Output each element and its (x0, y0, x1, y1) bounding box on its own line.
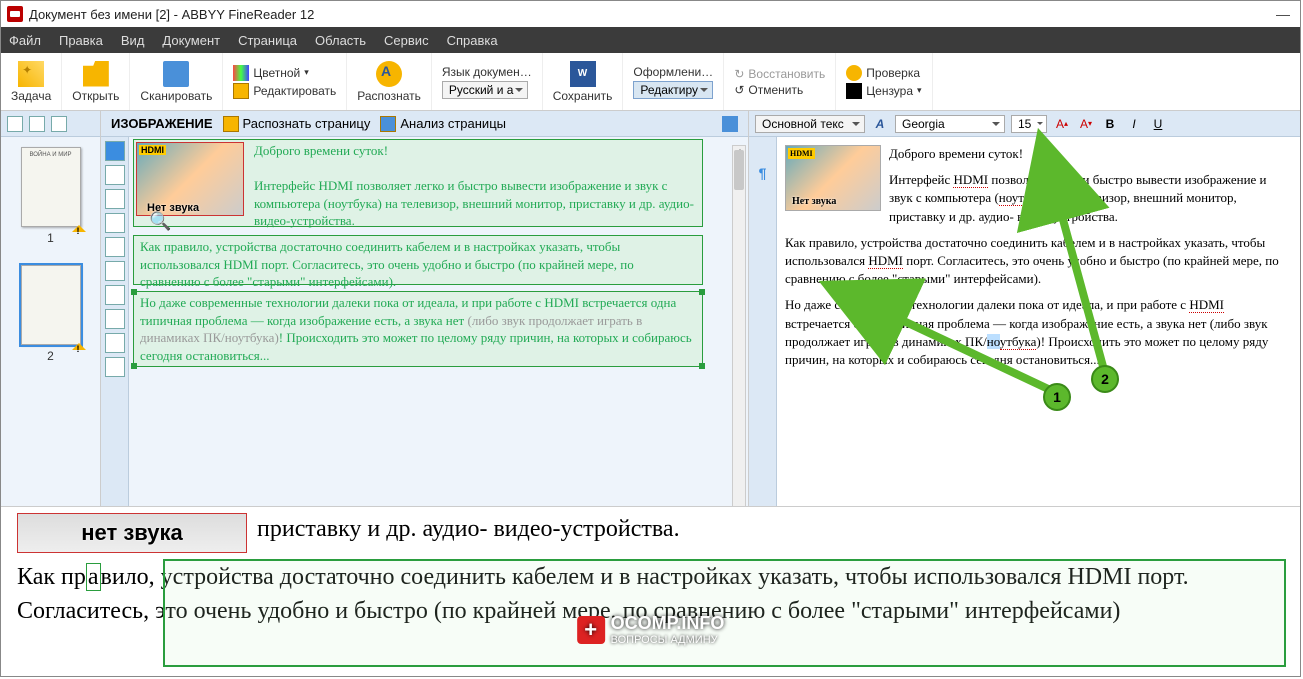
font-select[interactable]: Georgia (895, 115, 1005, 133)
image-pane-header: ИЗОБРАЖЕНИЕ Распознать страницу Анализ с… (101, 111, 748, 137)
ribbon: Задача Открыть Сканировать Цветной ▾ Ред… (1, 53, 1300, 111)
eraser-tool[interactable] (105, 237, 125, 257)
grow-font-button[interactable]: A▴ (1053, 115, 1071, 133)
big-hdmi-strip: нет звука (17, 513, 247, 553)
window-title: Документ без имени [2] - ABBYY FineReade… (29, 7, 314, 22)
layout-label: Оформлени… (633, 65, 713, 79)
thumb-page-1[interactable]: ВОЙНА И МИР 1 (21, 147, 81, 245)
thumbview-icon[interactable] (7, 116, 23, 132)
bold-button[interactable]: B (1101, 115, 1119, 133)
thumb-page-2[interactable]: 2 (21, 265, 81, 363)
ribbon-color[interactable]: Цветной ▾ (233, 65, 308, 81)
undo-icon: ↺ (734, 83, 744, 97)
ocr-para-3: Но даже современные технологии далеки по… (140, 294, 696, 364)
bottom-preview: нет звука приставку и др. аудио- видео-у… (1, 506, 1300, 676)
menu-view[interactable]: Вид (121, 33, 145, 48)
pilcrow-icon[interactable]: ¶ (759, 165, 767, 181)
word-icon: W (570, 61, 596, 87)
ocr-para-2: Как правило, устройства достаточно соеди… (140, 238, 696, 291)
pencil-icon (233, 83, 249, 99)
doclang-label: Язык докумен… (442, 65, 532, 79)
ribbon-scan[interactable]: Сканировать (130, 53, 223, 110)
txt-para-4: Но даже современные технологии далеки по… (785, 296, 1292, 369)
underline-button[interactable]: U (1149, 115, 1167, 133)
ribbon-undo: ↻ Восстановить ↺ Отменить (724, 53, 836, 110)
table-area-tool[interactable] (105, 189, 125, 209)
main-window: Документ без имени [2] - ABBYY FineReade… (0, 0, 1301, 677)
titlebar: Документ без имени [2] - ABBYY FineReade… (1, 1, 1300, 27)
rect-tool[interactable] (105, 261, 125, 281)
warning-icon (72, 218, 86, 232)
redo-icon: ↻ (734, 67, 744, 81)
cancel-button[interactable]: ↺ Отменить (734, 83, 803, 97)
palette-icon (233, 65, 249, 81)
ocr-mini-icon (223, 116, 239, 132)
censor-icon (846, 83, 862, 99)
pointer-tool[interactable] (105, 333, 125, 353)
ribbon-recognize[interactable]: Распознать (347, 53, 432, 110)
listview-icon[interactable] (29, 116, 45, 132)
censor-button[interactable]: Цензура ▾ (846, 83, 921, 99)
ribbon-editimg[interactable]: Редактировать (233, 83, 336, 99)
plus-icon: + (577, 616, 605, 644)
options-icon[interactable] (722, 116, 738, 132)
styles-icon[interactable]: A (871, 115, 889, 133)
ribbon-task[interactable]: Задача (1, 53, 62, 110)
ribbon-check: Проверка Цензура ▾ (836, 53, 932, 110)
style-select[interactable]: Основной текс (755, 115, 865, 133)
ribbon-save[interactable]: W Сохранить (543, 53, 624, 110)
italic-button[interactable]: I (1125, 115, 1143, 133)
text-area-tool[interactable] (105, 141, 125, 161)
recognize-page-button[interactable]: Распознать страницу (223, 116, 371, 132)
bottom-line-1: приставку и др. аудио- видео-устройства. (257, 516, 680, 542)
folder-icon (83, 61, 109, 87)
app-icon (7, 6, 23, 22)
ribbon-open[interactable]: Открыть (62, 53, 130, 110)
picture-area-tool[interactable] (105, 165, 125, 185)
order-tool[interactable] (105, 285, 125, 305)
menu-area[interactable]: Область (315, 33, 366, 48)
pageopts-icon[interactable] (51, 116, 67, 132)
minimize-button[interactable]: — (1276, 6, 1290, 22)
warning-icon (72, 336, 86, 350)
hand-tool[interactable] (105, 357, 125, 377)
thumb-toolbar (1, 111, 100, 137)
hdmi-image: HDMI Нет звука (136, 142, 244, 216)
layout-select[interactable]: Редактиру (633, 81, 713, 99)
menu-file[interactable]: Файл (9, 33, 41, 48)
txt-para-3: Как правило, устройства достаточно соеди… (785, 234, 1292, 289)
ribbon-imgmode: Цветной ▾ Редактировать (223, 53, 347, 110)
menu-service[interactable]: Сервис (384, 33, 429, 48)
shrink-font-button[interactable]: A▾ (1077, 115, 1095, 133)
text-toolbar: Основной текс A Georgia 15 A▴ A▾ B I U (749, 111, 1300, 137)
callout-1: 1 (1043, 383, 1071, 411)
analyze-page-button[interactable]: Анализ страницы (380, 116, 506, 132)
check-button[interactable]: Проверка (846, 65, 920, 81)
select-tool[interactable] (105, 309, 125, 329)
hdmi-image-small: HDMIНет звука (785, 145, 881, 211)
image-pane-title: ИЗОБРАЖЕНИЕ (111, 116, 213, 131)
menubar: Файл Правка Вид Документ Страница Област… (1, 27, 1300, 53)
ocr-icon (376, 61, 402, 87)
restore-button[interactable]: ↻ Восстановить (734, 67, 825, 81)
callout-2: 2 (1091, 365, 1119, 393)
scanner-icon (163, 61, 189, 87)
barcode-tool[interactable] (105, 213, 125, 233)
wand-icon (18, 61, 44, 87)
menu-page[interactable]: Страница (238, 33, 297, 48)
menu-document[interactable]: Документ (162, 33, 220, 48)
fontsize-select[interactable]: 15 (1011, 115, 1047, 133)
doclang-select[interactable]: Русский и а (442, 81, 529, 99)
analyze-icon (380, 116, 396, 132)
watermark: + OCOMP.INFOВОПРОСЫ АДМИНУ (577, 613, 725, 646)
menu-edit[interactable]: Правка (59, 33, 103, 48)
magnifier-cursor-icon: 🔍 (149, 211, 171, 232)
ribbon-lang: Язык докумен… Русский и а (432, 53, 543, 110)
menu-help[interactable]: Справка (447, 33, 498, 48)
ocr-para-1: Доброго времени суток!Интерфейс HDMI поз… (254, 142, 696, 230)
magnifier-icon (846, 65, 862, 81)
ribbon-layout: Оформлени… Редактиру (623, 53, 724, 110)
